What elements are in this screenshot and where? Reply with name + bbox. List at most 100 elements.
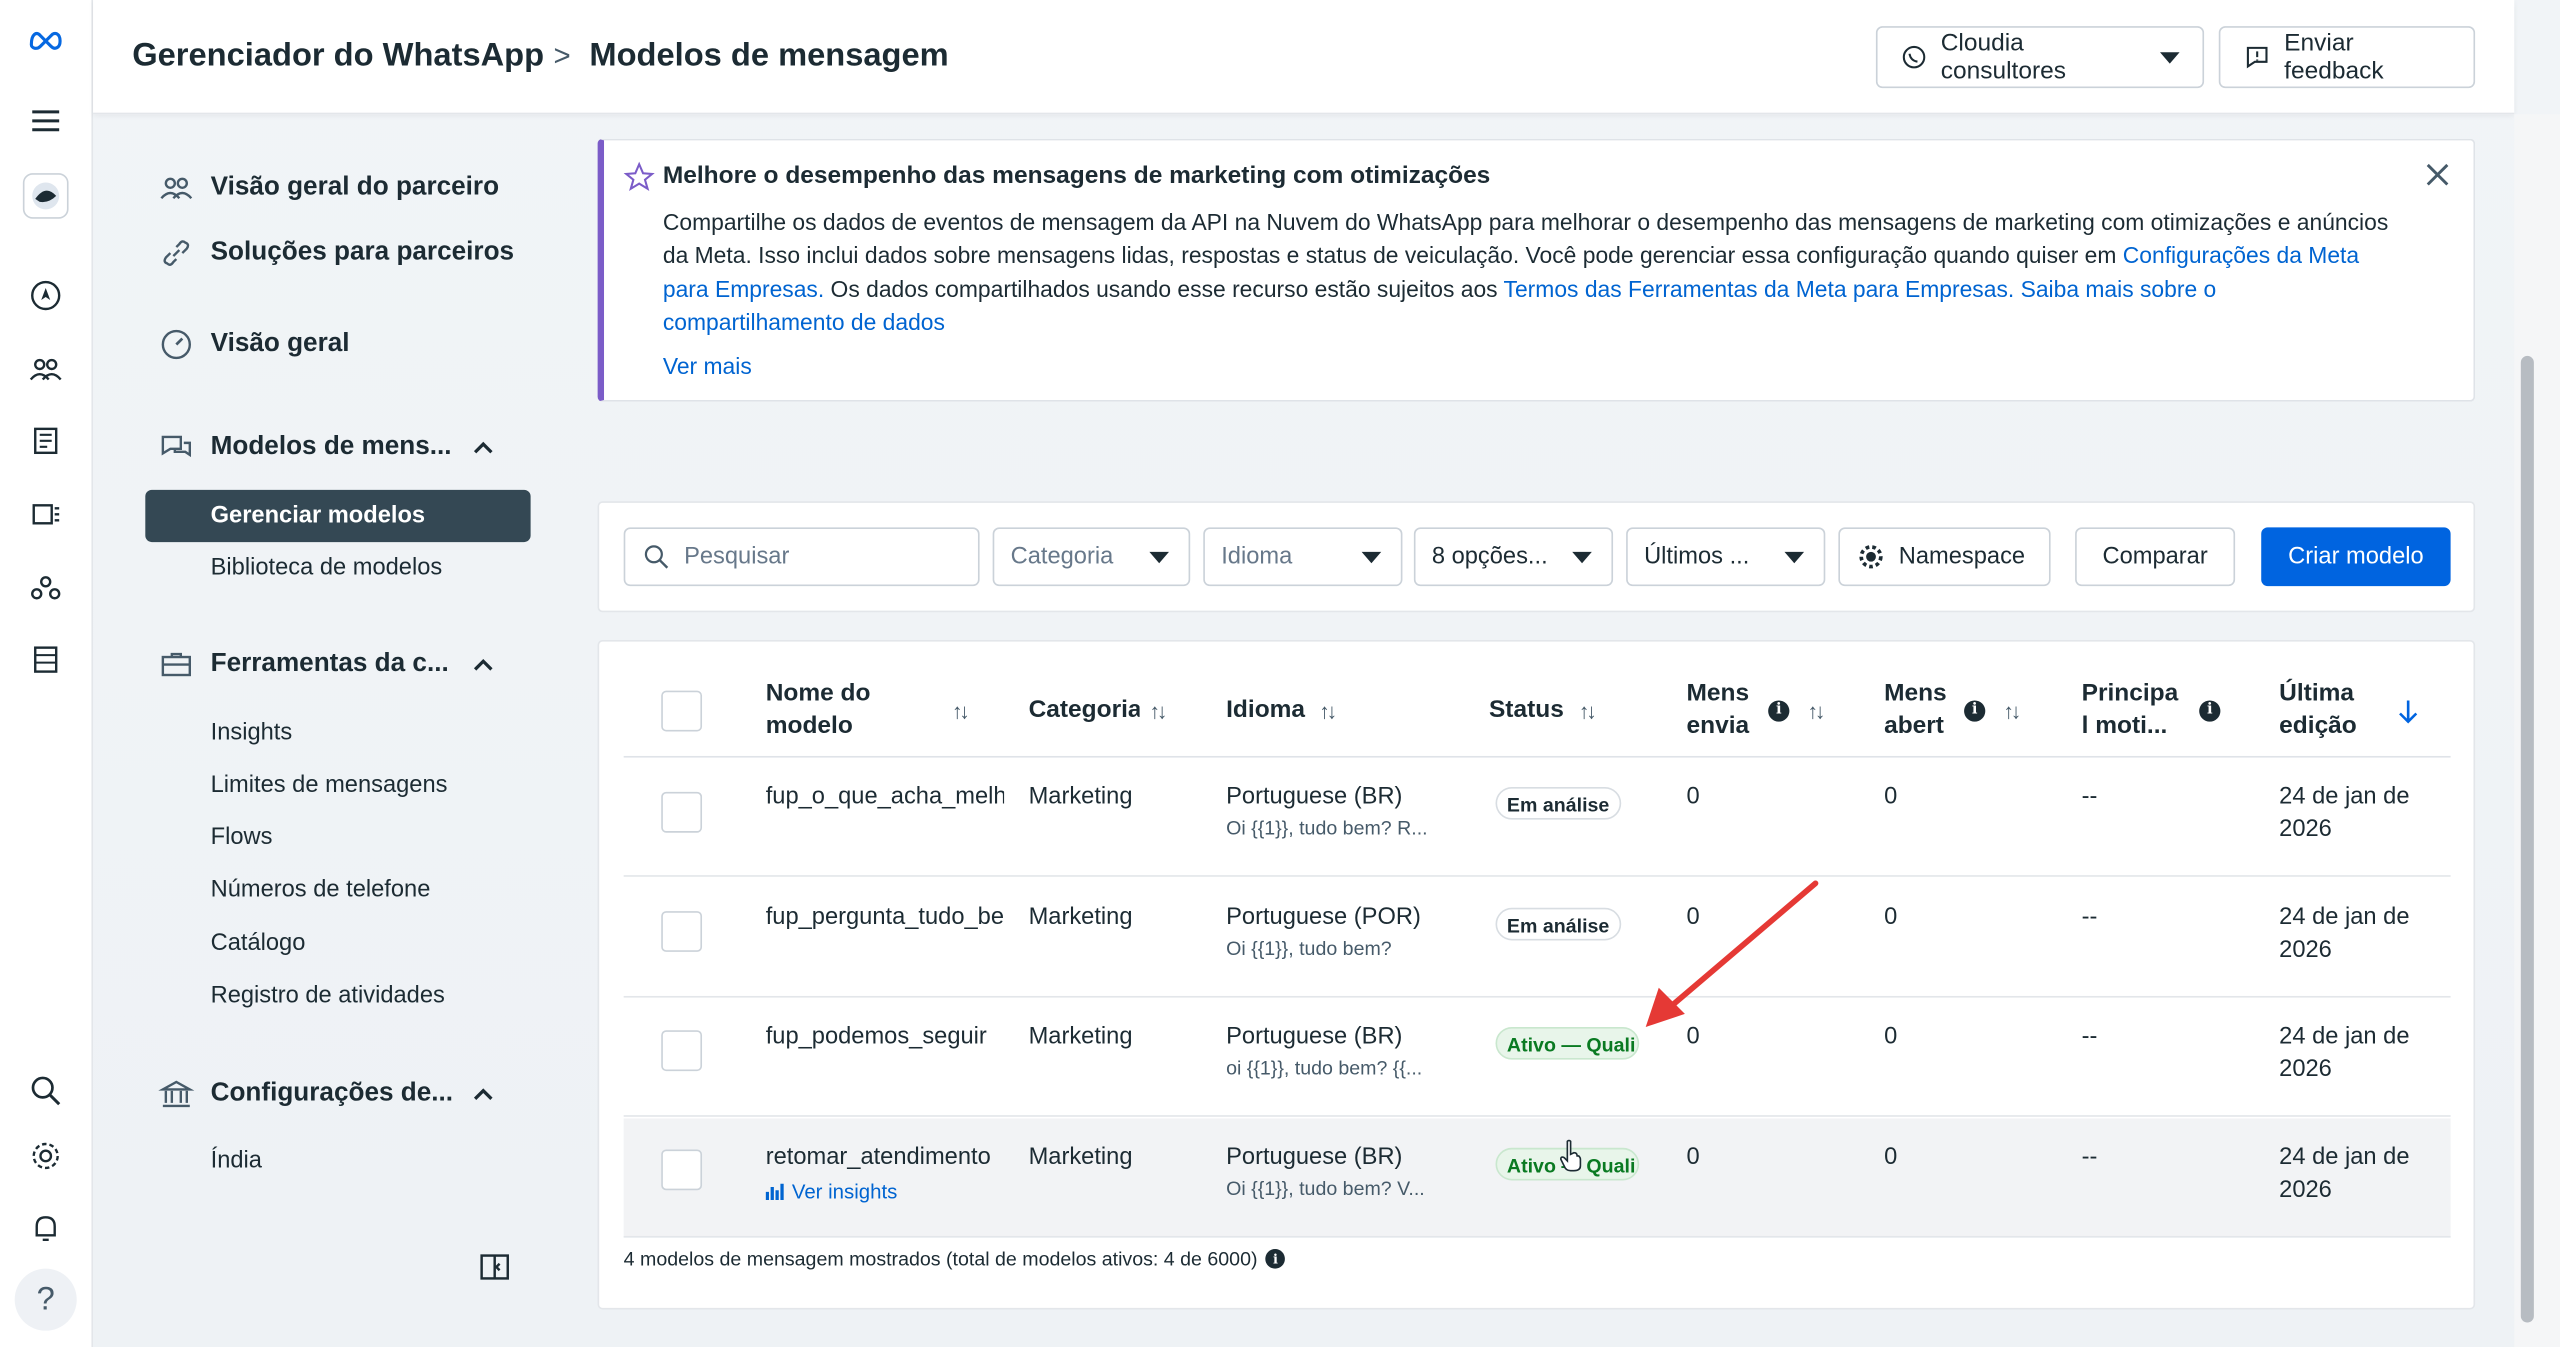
sidebar-item-activity-log[interactable]: Registro de atividades	[211, 983, 445, 1009]
column-header-last-edited[interactable]: Última edição	[2279, 678, 2393, 743]
column-header-name[interactable]: Nome do modelo	[766, 678, 929, 743]
info-icon[interactable]: i	[1768, 700, 1790, 722]
info-icon[interactable]: i	[2199, 700, 2221, 722]
sidebar-item-overview[interactable]: Visão geral	[158, 327, 350, 363]
pages-icon[interactable]	[23, 418, 69, 464]
feedback-button[interactable]: Enviar feedback	[2218, 26, 2476, 89]
template-name[interactable]: retomar_atendimento	[766, 1145, 1004, 1171]
sidebar-item-message-limits[interactable]: Limites de mensagens	[211, 772, 448, 798]
table-row[interactable]: fup_pergunta_tudo_be Marketing Portugues…	[623, 878, 2451, 998]
column-header-category[interactable]: Categoria	[1029, 694, 1140, 727]
sidebar-item-manage-templates[interactable]: Gerenciar modelos	[145, 489, 531, 543]
reason-value: --	[2081, 904, 2098, 931]
compare-button[interactable]: Comparar	[2075, 527, 2236, 587]
star-icon	[623, 161, 655, 192]
language-dropdown[interactable]: Idioma	[1203, 527, 1403, 587]
status-badge: Ativo — Quali	[1495, 1026, 1640, 1060]
business-avatar-icon[interactable]	[22, 173, 69, 219]
sidebar-item-flows[interactable]: Flows	[211, 825, 273, 851]
bell-icon[interactable]	[23, 1205, 69, 1251]
column-header-status[interactable]: Status	[1489, 694, 1564, 727]
row-checkbox[interactable]	[661, 911, 703, 952]
select-all-checkbox[interactable]	[661, 690, 703, 732]
row-checkbox[interactable]	[661, 1149, 703, 1191]
sidebar-item-partner-solutions[interactable]: Soluções para parceiros	[158, 235, 514, 271]
last-edited-year: 2026	[2279, 937, 2332, 964]
close-icon[interactable]	[2424, 162, 2450, 188]
search-icon[interactable]	[23, 1068, 69, 1114]
search-input[interactable]: Pesquisar	[623, 527, 980, 587]
sidebar: Visão geral do parceiro Soluções para pa…	[93, 114, 566, 1347]
sort-icon[interactable]: ↑↓	[1807, 699, 1825, 723]
date-range-dropdown[interactable]: Últimos ...	[1626, 527, 1826, 587]
sort-icon[interactable]: ↑↓	[1149, 699, 1167, 723]
table-row[interactable]: retomar_atendimento Ver insights Marketi…	[623, 1118, 2451, 1238]
status-dropdown[interactable]: 8 opções...	[1413, 527, 1614, 587]
sidebar-item-insights[interactable]: Insights	[211, 720, 293, 746]
sidebar-section-tools[interactable]: Ferramentas da c...	[158, 647, 449, 683]
reason-value: --	[2081, 1144, 2098, 1171]
opened-count: 0	[1884, 904, 1898, 931]
create-template-button[interactable]: Criar modelo	[2261, 527, 2451, 587]
sidebar-item-label: Visão geral	[210, 329, 350, 358]
row-checkbox[interactable]	[661, 1030, 703, 1072]
table-row[interactable]: fup_podemos_seguir Marketing Portuguese …	[623, 998, 2451, 1117]
status-badge: Em análise	[1495, 907, 1621, 941]
category-dropdown[interactable]: Categoria	[992, 527, 1191, 587]
scrollbar-thumb[interactable]	[2520, 355, 2534, 1323]
media-icon[interactable]	[23, 491, 69, 537]
template-language: Portuguese (BR)	[1226, 1023, 1403, 1050]
sort-icon[interactable]: ↑↓	[1319, 699, 1337, 723]
terms-link[interactable]: Termos das Ferramentas da Meta para Empr…	[1504, 276, 2015, 302]
sidebar-item-label: Visão geral do parceiro	[210, 173, 500, 201]
sidebar-section-templates[interactable]: Modelos de mens...	[158, 429, 452, 465]
view-insights-link[interactable]: Ver insights	[765, 1180, 897, 1203]
chevron-up-icon[interactable]	[472, 1083, 495, 1106]
compass-icon[interactable]	[23, 273, 69, 319]
see-more-link[interactable]: Ver mais	[663, 353, 752, 379]
sidebar-section-label: Ferramentas da c...	[210, 649, 449, 678]
column-header-language[interactable]: Idioma	[1226, 694, 1305, 727]
chevron-up-icon[interactable]	[472, 653, 495, 676]
column-header-sent[interactable]: Mens envia	[1687, 678, 1769, 743]
collapse-sidebar-icon[interactable]	[478, 1251, 511, 1284]
sidebar-item-template-library[interactable]: Biblioteca de modelos	[211, 555, 443, 581]
sort-icon[interactable]: ↑↓	[952, 699, 970, 723]
chevron-up-icon[interactable]	[472, 436, 495, 459]
template-name[interactable]: fup_o_que_acha_melh	[766, 784, 1004, 810]
sidebar-section-settings[interactable]: Configurações de...	[158, 1076, 453, 1112]
sort-icon[interactable]: ↑↓	[2003, 699, 2021, 723]
row-checkbox[interactable]	[661, 791, 703, 833]
help-icon[interactable]: ?	[14, 1268, 77, 1331]
template-name[interactable]: fup_pergunta_tudo_be	[766, 905, 1004, 931]
account-selector-button[interactable]: Cloudia consultores	[1875, 26, 2205, 89]
catalog-icon[interactable]	[23, 637, 69, 683]
info-icon[interactable]: i	[1265, 1249, 1286, 1269]
last-edited-date: 24 de jan de	[2279, 904, 2410, 931]
table-footer: 4 modelos de mensagem mostrados (total d…	[624, 1247, 1286, 1270]
sidebar-item-partner-overview[interactable]: Visão geral do parceiro	[158, 170, 499, 206]
sidebar-item-catalog[interactable]: Catálogo	[211, 931, 306, 957]
sidebar-item-india[interactable]: Índia	[211, 1148, 262, 1174]
column-header-reason[interactable]: Principa l moti...	[2082, 678, 2190, 743]
people-icon[interactable]	[23, 346, 69, 392]
search-icon	[644, 545, 669, 569]
info-icon[interactable]: i	[1964, 700, 1986, 722]
template-language: Portuguese (POR)	[1226, 904, 1421, 931]
sort-descending-icon[interactable]	[2397, 699, 2420, 725]
category-dropdown-label: Categoria	[1010, 543, 1114, 570]
sort-icon[interactable]: ↑↓	[1579, 699, 1597, 723]
network-icon[interactable]	[23, 565, 69, 611]
table-row[interactable]: fup_o_que_acha_melh Marketing Portuguese…	[623, 758, 2451, 877]
sidebar-item-phone-numbers[interactable]: Números de telefone	[211, 877, 431, 903]
template-name[interactable]: fup_podemos_seguir	[766, 1024, 1004, 1050]
menu-icon[interactable]	[23, 98, 69, 144]
meta-logo-icon[interactable]	[23, 16, 69, 62]
account-name: Cloudia consultores	[1940, 29, 2066, 85]
gear-icon[interactable]	[23, 1133, 69, 1179]
status-dropdown-label: 8 opções...	[1431, 543, 1548, 570]
breadcrumb-app[interactable]: Gerenciador do WhatsApp	[132, 38, 544, 76]
feedback-label: Enviar feedback	[2284, 29, 2384, 85]
namespace-button[interactable]: Namespace	[1838, 527, 2051, 587]
column-header-opened[interactable]: Mens abert	[1884, 678, 1966, 743]
